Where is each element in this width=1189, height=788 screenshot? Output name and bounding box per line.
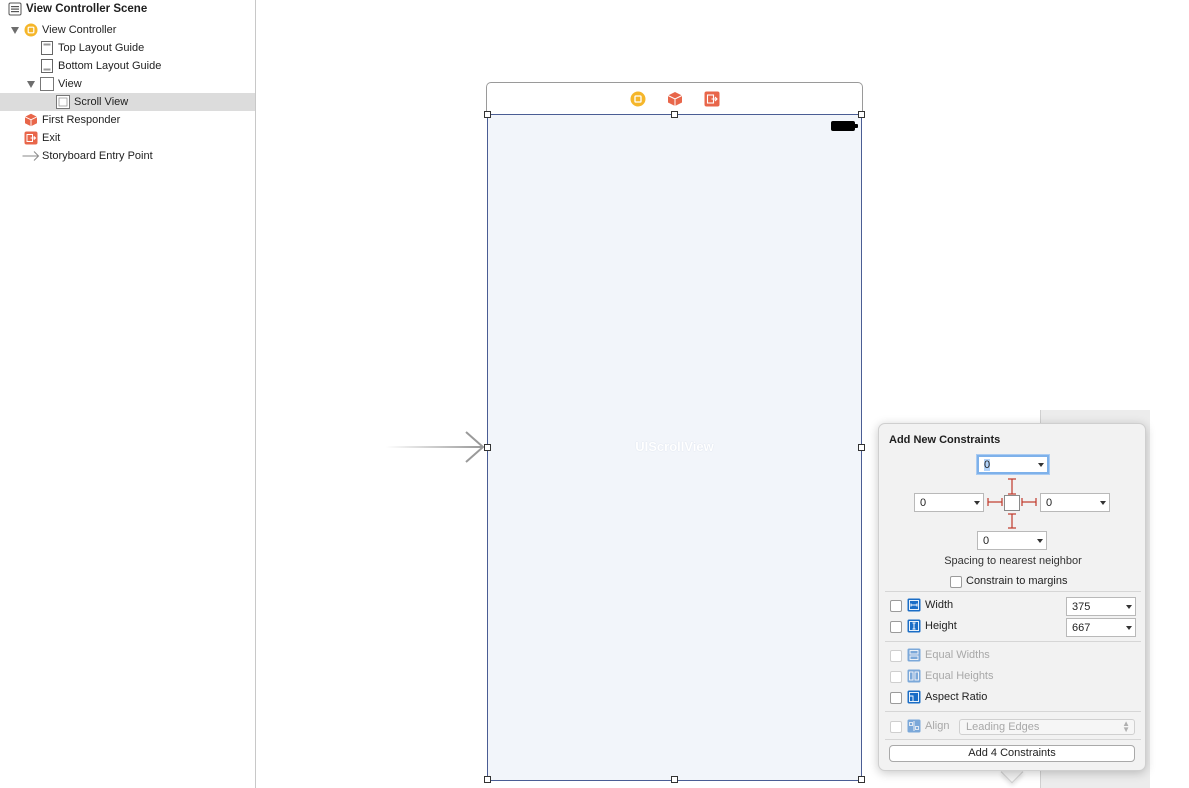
height-label: Height xyxy=(925,620,957,632)
first-responder-icon xyxy=(24,113,38,127)
arrow-right-icon xyxy=(22,149,40,163)
bottom-spacing-field[interactable]: 0 xyxy=(977,531,1047,550)
view-icon xyxy=(56,95,70,109)
disclosure-triangle-icon[interactable] xyxy=(10,25,20,35)
trailing-spacing-field[interactable]: 0 xyxy=(1040,493,1110,512)
bottom-strut-icon xyxy=(1008,513,1016,529)
outline-item-label: Bottom Layout Guide xyxy=(58,60,162,72)
scene-icon xyxy=(8,2,22,16)
resize-handle-top-left[interactable] xyxy=(484,111,491,118)
disclosure-triangle-icon[interactable] xyxy=(26,79,36,89)
scene-title: View Controller Scene xyxy=(26,3,148,15)
equal-widths-icon xyxy=(907,648,921,662)
outline-item-label: Storyboard Entry Point xyxy=(42,150,153,162)
layout-guide-icon xyxy=(40,41,54,55)
first-responder-icon[interactable] xyxy=(667,91,683,107)
constrain-to-margins-label: Constrain to margins xyxy=(966,575,1068,587)
resize-handle-bottom-right[interactable] xyxy=(858,776,865,783)
width-value: 375 xyxy=(1072,600,1091,613)
document-outline: View Controller Scene View Controller To… xyxy=(0,0,256,788)
align-select[interactable]: Leading Edges ▲ ▼ xyxy=(959,719,1135,735)
exit-icon[interactable] xyxy=(704,91,720,107)
aspect-ratio-label: Aspect Ratio xyxy=(925,691,988,703)
outline-item-label: View xyxy=(58,78,82,90)
outline-item-label: Scroll View xyxy=(74,96,129,108)
outline-item-first-responder[interactable]: First Responder xyxy=(0,111,255,129)
equal-heights-checkbox[interactable] xyxy=(890,671,902,683)
outline-item-exit[interactable]: Exit xyxy=(0,129,255,147)
scroll-view-class-label: UIScrollView xyxy=(635,439,714,454)
scroll-view-canvas[interactable]: UIScrollView xyxy=(487,114,862,781)
chevron-down-icon[interactable] xyxy=(1097,501,1109,505)
view-controller-icon[interactable] xyxy=(630,91,646,107)
add-constraints-button[interactable]: Add 4 Constraints xyxy=(889,745,1135,762)
width-checkbox[interactable] xyxy=(890,600,902,612)
divider xyxy=(885,591,1141,592)
height-checkbox[interactable] xyxy=(890,621,902,633)
outline-item-bottom-layout-guide[interactable]: Bottom Layout Guide xyxy=(0,57,255,75)
outline-item-label: First Responder xyxy=(42,114,121,126)
outline-item-label: View Controller xyxy=(42,24,117,36)
outline-item-label: Top Layout Guide xyxy=(58,42,145,54)
resize-handle-top-right[interactable] xyxy=(858,111,865,118)
pin-diagram xyxy=(987,478,1037,529)
layout-guide-icon xyxy=(40,59,54,73)
resize-handle-right[interactable] xyxy=(858,444,865,451)
resize-handle-top[interactable] xyxy=(671,111,678,118)
leading-spacing-value: 0 xyxy=(920,496,927,509)
chevron-down-icon[interactable] xyxy=(1123,605,1135,609)
exit-icon xyxy=(24,131,38,145)
divider xyxy=(885,641,1141,642)
outline-item-view-controller[interactable]: View Controller xyxy=(0,21,255,39)
resize-handle-bottom-left[interactable] xyxy=(484,776,491,783)
left-strut-icon xyxy=(987,498,1003,506)
align-icon xyxy=(907,719,921,733)
updown-chevron-icon: ▲ ▼ xyxy=(1122,719,1130,734)
chevron-down-icon[interactable] xyxy=(1123,626,1135,630)
view-box-icon xyxy=(1004,495,1020,511)
height-value-field[interactable]: 667 xyxy=(1066,618,1136,637)
height-value: 667 xyxy=(1072,621,1091,634)
view-controller-icon xyxy=(24,23,38,37)
width-constraint-icon xyxy=(907,598,921,612)
resize-handle-bottom[interactable] xyxy=(671,776,678,783)
equal-heights-label: Equal Heights xyxy=(925,670,994,682)
leading-spacing-field[interactable]: 0 xyxy=(914,493,984,512)
bottom-spacing-value: 0 xyxy=(983,534,990,547)
right-strut-icon xyxy=(1021,498,1037,506)
aspect-ratio-icon xyxy=(907,690,921,704)
outline-item-top-layout-guide[interactable]: Top Layout Guide xyxy=(0,39,255,57)
equal-widths-checkbox[interactable] xyxy=(890,650,902,662)
storyboard-entry-arrow-icon[interactable] xyxy=(386,430,486,464)
width-label: Width xyxy=(925,599,954,611)
aspect-ratio-checkbox[interactable] xyxy=(890,692,902,704)
scene-dock xyxy=(486,82,863,114)
trailing-spacing-value: 0 xyxy=(1046,496,1053,509)
add-constraints-popover: Add New Constraints 0 0 0 0 Spacing to n… xyxy=(878,423,1146,771)
spacing-caption: Spacing to nearest neighbor xyxy=(944,555,1082,567)
equal-heights-icon xyxy=(907,669,921,683)
outline-item-storyboard-entry-point[interactable]: Storyboard Entry Point xyxy=(0,147,255,165)
align-select-value: Leading Edges xyxy=(966,721,1040,733)
divider xyxy=(885,711,1141,712)
top-strut-icon xyxy=(1008,478,1016,495)
align-label: Align xyxy=(925,720,950,732)
view-icon xyxy=(40,77,54,91)
height-constraint-icon xyxy=(907,619,921,633)
divider xyxy=(885,739,1141,740)
outline-item-label: Exit xyxy=(42,132,61,144)
outline-scene-row[interactable]: View Controller Scene xyxy=(0,0,255,18)
constrain-to-margins-checkbox[interactable] xyxy=(950,576,962,588)
outline-item-view[interactable]: View xyxy=(0,75,255,93)
resize-handle-left[interactable] xyxy=(484,444,491,451)
chevron-down-icon[interactable] xyxy=(1034,539,1046,543)
equal-widths-label: Equal Widths xyxy=(925,649,990,661)
chevron-down-icon[interactable] xyxy=(971,501,983,505)
battery-icon xyxy=(831,121,858,131)
align-checkbox[interactable] xyxy=(890,721,902,733)
width-value-field[interactable]: 375 xyxy=(1066,597,1136,616)
outline-item-scroll-view[interactable]: Scroll View xyxy=(0,93,255,111)
